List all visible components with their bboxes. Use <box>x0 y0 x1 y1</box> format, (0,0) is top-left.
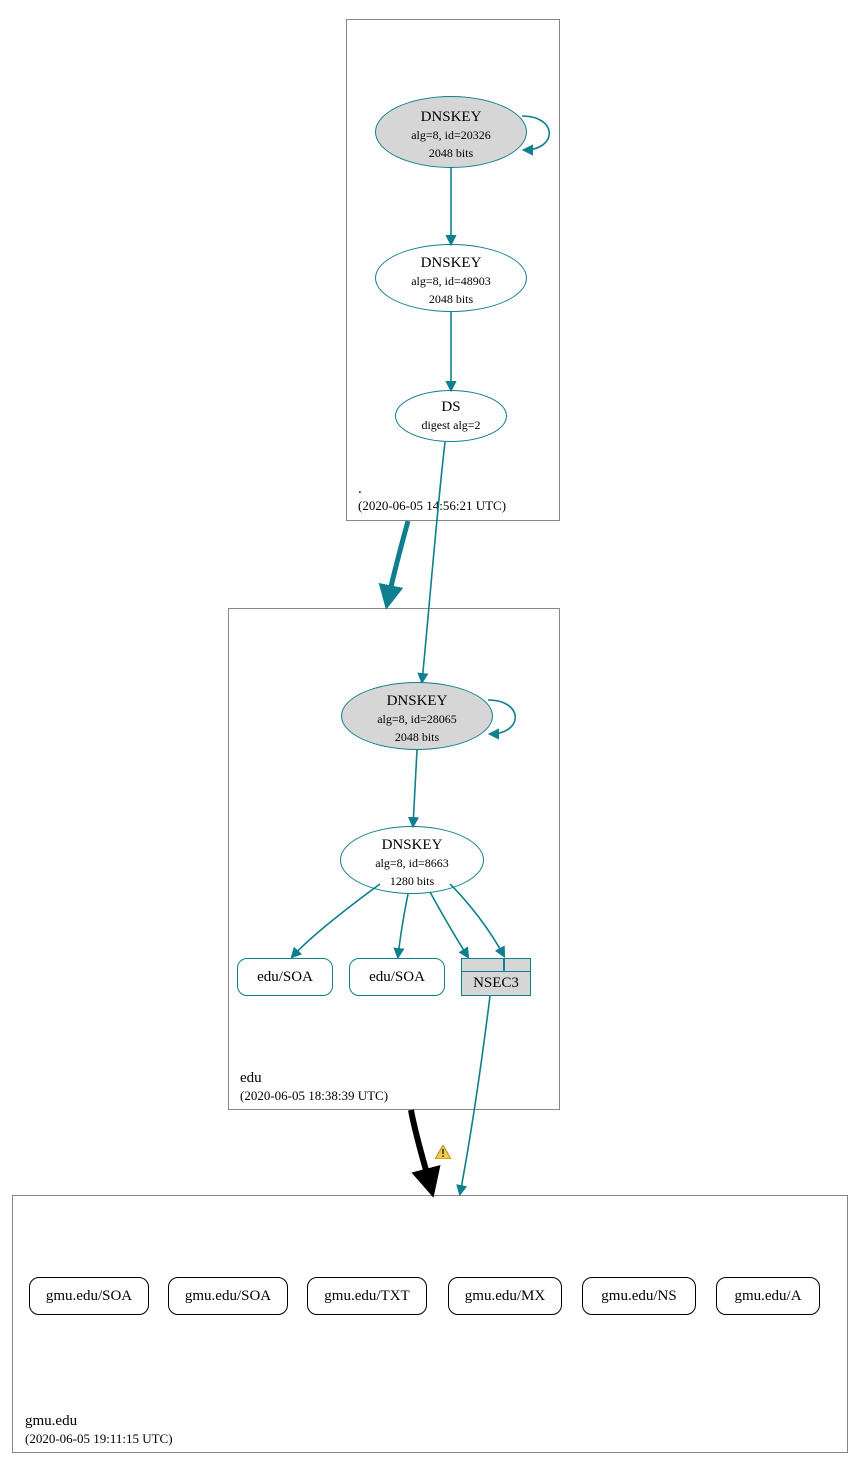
zone-gmu <box>12 1195 848 1453</box>
node-edu-zsk: DNSKEY alg=8, id=8663 1280 bits <box>340 826 484 894</box>
rr-gmu-soa-2: gmu.edu/SOA <box>168 1277 288 1315</box>
node-nsec3: NSEC3 <box>461 958 531 996</box>
rr-edu-soa-2: edu/SOA <box>349 958 445 996</box>
node-root-ksk: DNSKEY alg=8, id=20326 2048 bits <box>375 96 527 168</box>
rr-gmu-mx: gmu.edu/MX <box>448 1277 562 1315</box>
zone-edu-time: (2020-06-05 18:38:39 UTC) <box>240 1088 388 1104</box>
node-root-zsk: DNSKEY alg=8, id=48903 2048 bits <box>375 244 527 312</box>
node-edu-ksk: DNSKEY alg=8, id=28065 2048 bits <box>341 682 493 750</box>
rr-gmu-soa-1: gmu.edu/SOA <box>29 1277 149 1315</box>
warning-icon <box>435 1145 451 1159</box>
zone-gmu-label: gmu.edu <box>25 1413 77 1430</box>
node-root-ds: DS digest alg=2 <box>395 390 507 442</box>
zone-root-time: (2020-06-05 14:56:21 UTC) <box>358 498 506 514</box>
zone-gmu-time: (2020-06-05 19:11:15 UTC) <box>25 1431 173 1447</box>
rr-gmu-txt: gmu.edu/TXT <box>307 1277 427 1315</box>
zone-edu-label: edu <box>240 1070 262 1087</box>
zone-root-label: . <box>358 481 362 498</box>
nsec3-label: NSEC3 <box>461 971 531 997</box>
rr-gmu-a: gmu.edu/A <box>716 1277 820 1315</box>
rr-gmu-ns: gmu.edu/NS <box>582 1277 696 1315</box>
rr-edu-soa-1: edu/SOA <box>237 958 333 996</box>
